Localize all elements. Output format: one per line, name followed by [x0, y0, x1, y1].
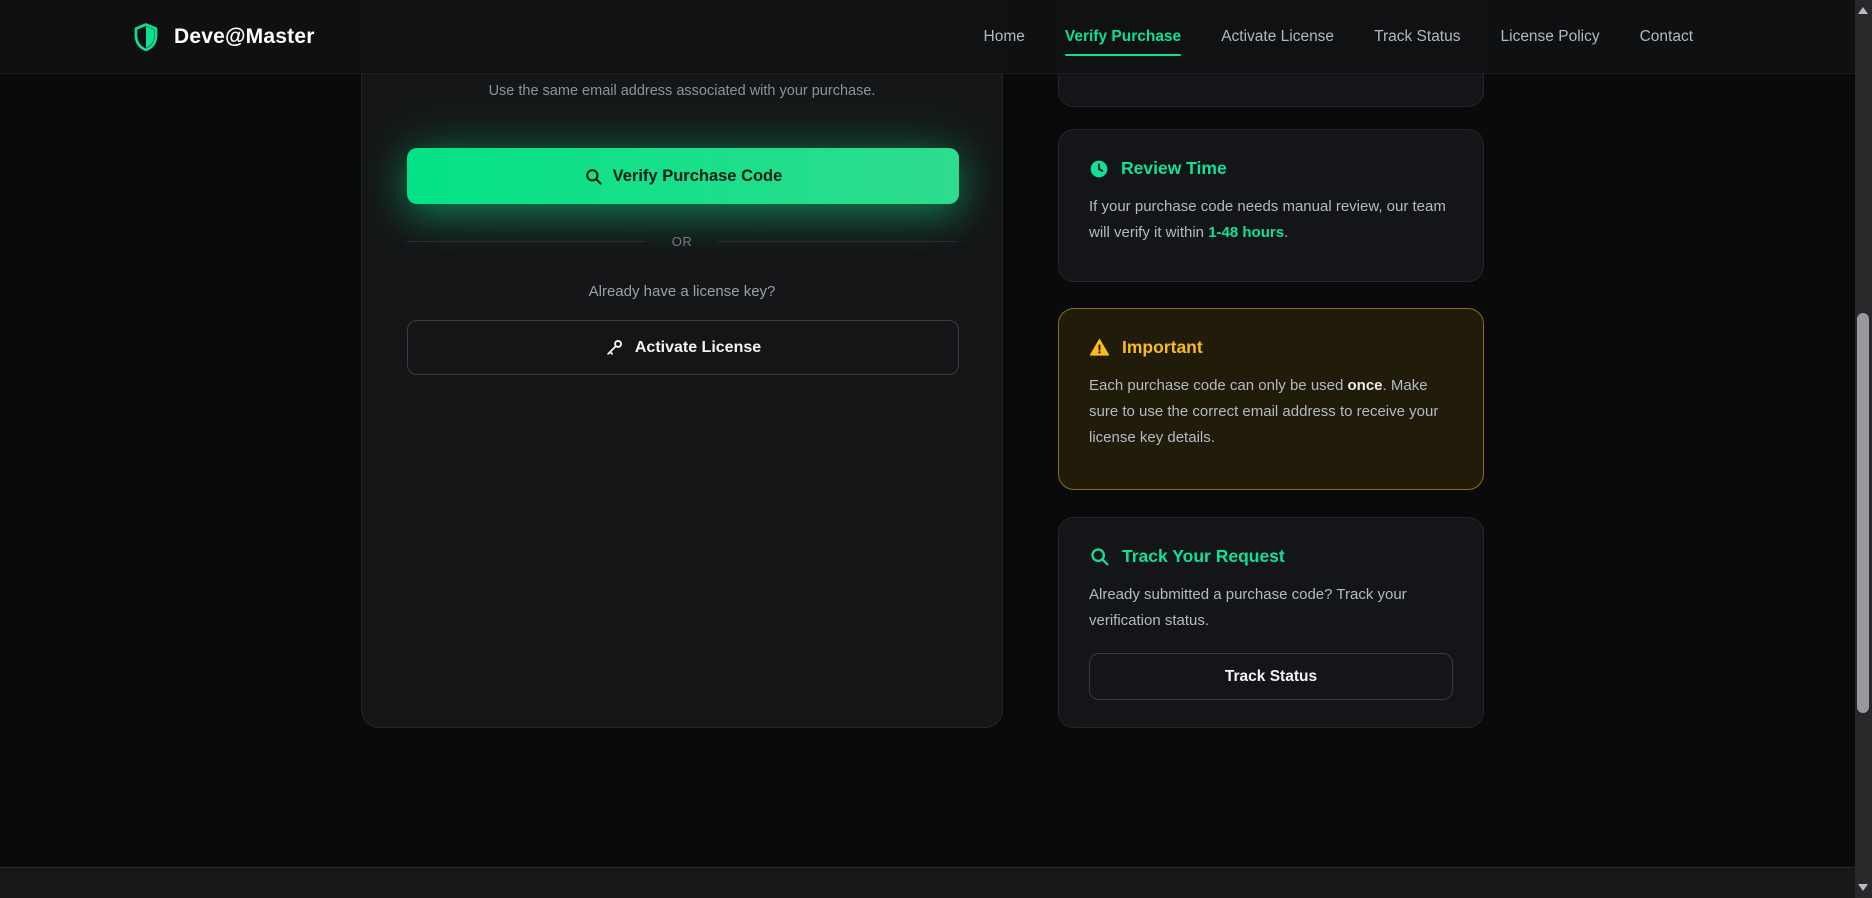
important-bold: once	[1347, 377, 1383, 394]
verify-purchase-code-label: Verify Purchase Code	[612, 166, 783, 185]
verify-purchase-code-button[interactable]: Verify Purchase Code	[407, 148, 959, 204]
search-icon	[1089, 546, 1110, 567]
scroll-down-arrow-icon[interactable]	[1858, 884, 1868, 891]
email-hint-text: Use the same email address associated wi…	[488, 83, 876, 99]
nav-item-activate-license[interactable]: Activate License	[1221, 18, 1334, 56]
track-request-text: Already submitted a purchase code? Track…	[1089, 586, 1407, 629]
clock-icon	[1089, 159, 1109, 179]
track-request-title: Track Your Request	[1122, 546, 1285, 566]
review-time-title: Review Time	[1121, 158, 1227, 178]
nav-item-license-policy[interactable]: License Policy	[1501, 18, 1600, 56]
track-request-card: Track Your Request Already submitted a p…	[1058, 517, 1484, 728]
review-time-highlight: 1-48 hours	[1208, 224, 1285, 241]
divider-line	[407, 241, 646, 242]
review-time-title-row: Review Time	[1089, 158, 1453, 179]
or-divider: OR	[407, 234, 957, 249]
warning-triangle-icon	[1089, 337, 1110, 358]
nav-item-home[interactable]: Home	[984, 18, 1025, 56]
divider-line	[718, 241, 957, 242]
nav-item-track-status[interactable]: Track Status	[1374, 18, 1460, 56]
brand-name: Deve@Master	[174, 24, 315, 48]
review-time-text: If your purchase code needs manual revie…	[1089, 198, 1446, 241]
important-card: Important Each purchase code can only be…	[1058, 308, 1484, 490]
scroll-up-arrow-icon[interactable]	[1858, 7, 1868, 14]
nav-item-contact[interactable]: Contact	[1640, 18, 1693, 56]
shield-half-icon	[131, 22, 161, 52]
search-icon	[584, 167, 603, 186]
nav-item-verify-purchase[interactable]: Verify Purchase	[1064, 18, 1182, 56]
license-key-prompt: Already have a license key?	[588, 283, 776, 300]
track-request-title-row: Track Your Request	[1089, 546, 1453, 567]
activate-license-label: Activate License	[634, 338, 762, 356]
important-title-row: Important	[1089, 337, 1453, 358]
or-label: OR	[671, 234, 693, 249]
top-navbar: Deve@Master Home Verify Purchase Activat…	[0, 0, 1855, 74]
track-status-button[interactable]: Track Status	[1089, 653, 1453, 700]
main-nav: Home Verify Purchase Activate License Tr…	[984, 18, 1693, 56]
vertical-scrollbar[interactable]	[1855, 0, 1872, 898]
review-time-card: Review Time If your purchase code needs …	[1058, 129, 1484, 282]
important-title: Important	[1122, 337, 1203, 357]
footer-strip	[0, 867, 1855, 898]
activate-license-button[interactable]: Activate License	[407, 320, 959, 375]
brand-logo[interactable]: Deve@Master	[131, 22, 315, 52]
key-icon	[605, 338, 624, 357]
verify-purchase-card: Use the same email address associated wi…	[361, 0, 1003, 728]
important-text: Each purchase code can only be used once…	[1089, 377, 1439, 446]
scrollbar-thumb[interactable]	[1857, 313, 1869, 713]
